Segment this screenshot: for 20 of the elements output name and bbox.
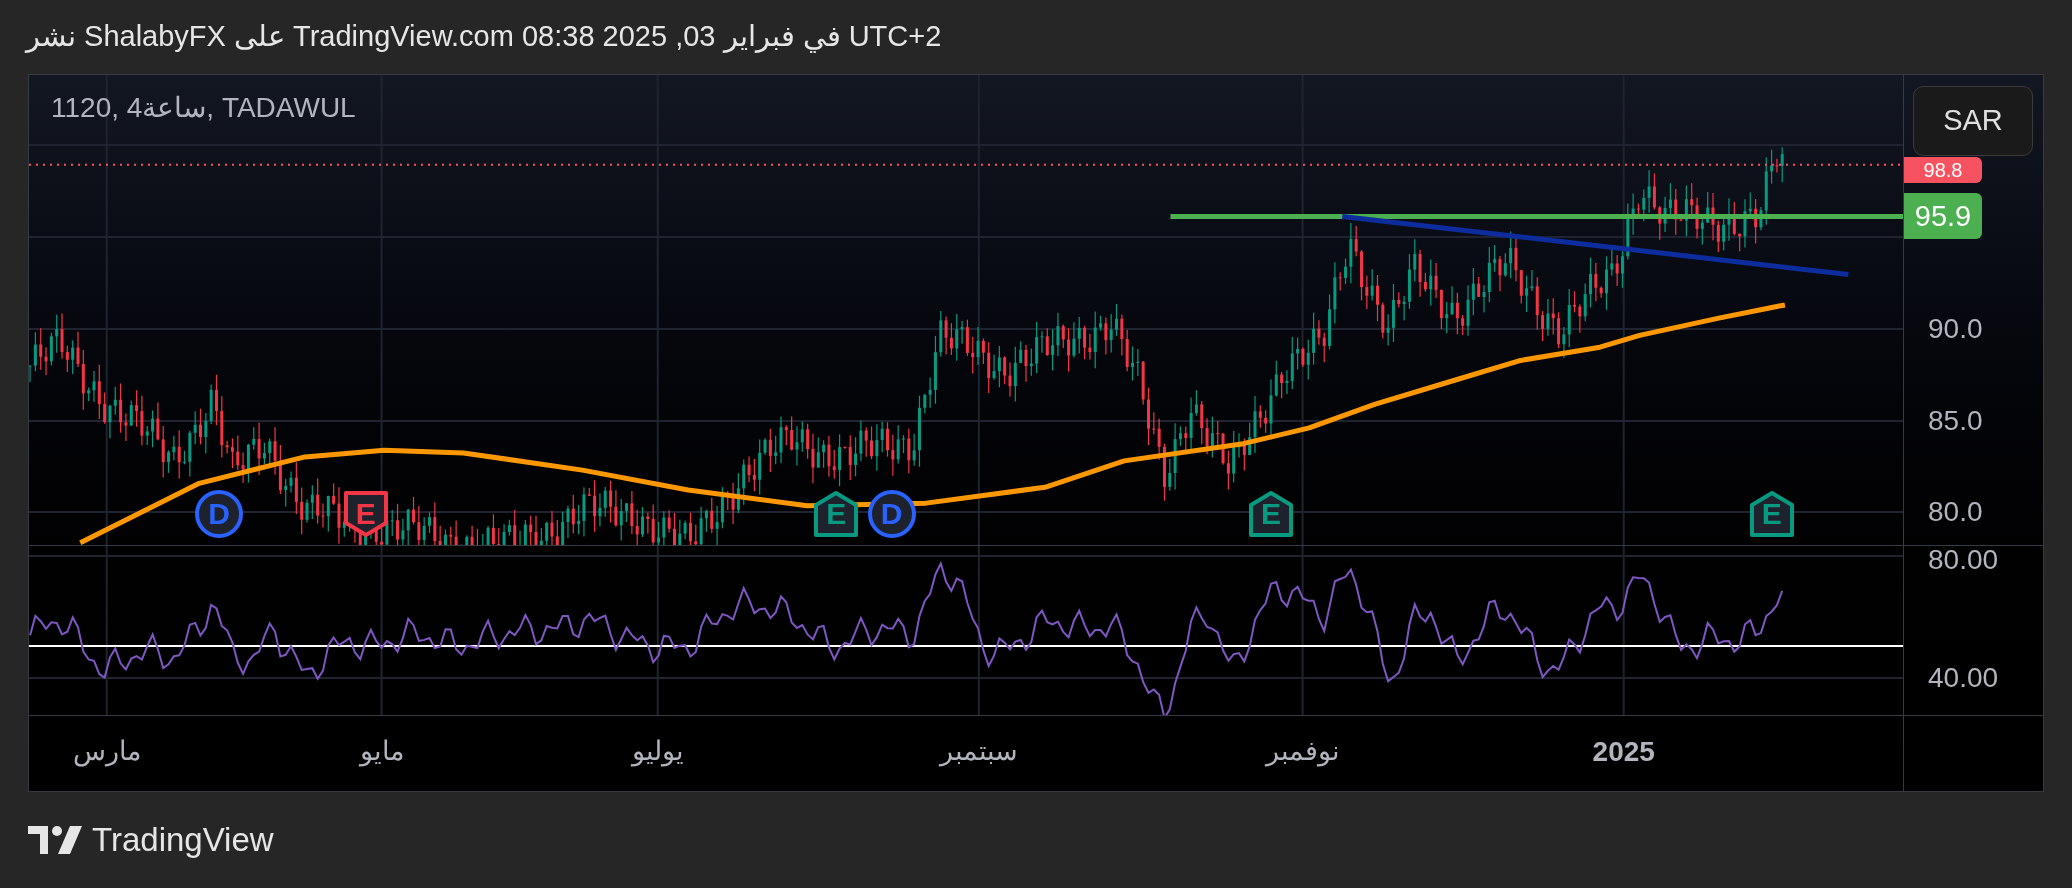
price-axis-label: 90.0: [1928, 315, 1983, 343]
time-axis-label: 2025: [1592, 738, 1655, 766]
last-price-label: 98.8: [1904, 157, 1982, 183]
rsi-axis-label: 40.00: [1928, 664, 1999, 692]
dividend-marker[interactable]: D: [865, 487, 918, 540]
time-axis-label: مايو: [359, 738, 404, 765]
logo-icon: [28, 826, 82, 854]
time-axis-label: نوفمبر: [1265, 738, 1340, 765]
time-axis-label: سبتمبر: [939, 738, 1018, 765]
price-axis-label: 80.0: [1928, 498, 1983, 526]
brand-name: TradingView: [92, 820, 274, 861]
dividend-marker[interactable]: D: [193, 487, 246, 540]
publish-info: نشر ShalabyFX على TradingView.com في فبراير 03, 2025 08:38 UTC+2: [26, 19, 942, 55]
price-axis-label: 85.0: [1928, 407, 1983, 435]
rsi-axis-label: 80.00: [1928, 546, 1999, 574]
currency-button[interactable]: SAR: [1913, 86, 2033, 156]
line-price-label: 95.9: [1904, 193, 1982, 239]
time-axis-label: يوليو: [631, 738, 684, 765]
time-axis-label: مارس: [72, 738, 141, 765]
symbol-info: 1120, 4ساعة, TADAWUL: [51, 91, 356, 125]
